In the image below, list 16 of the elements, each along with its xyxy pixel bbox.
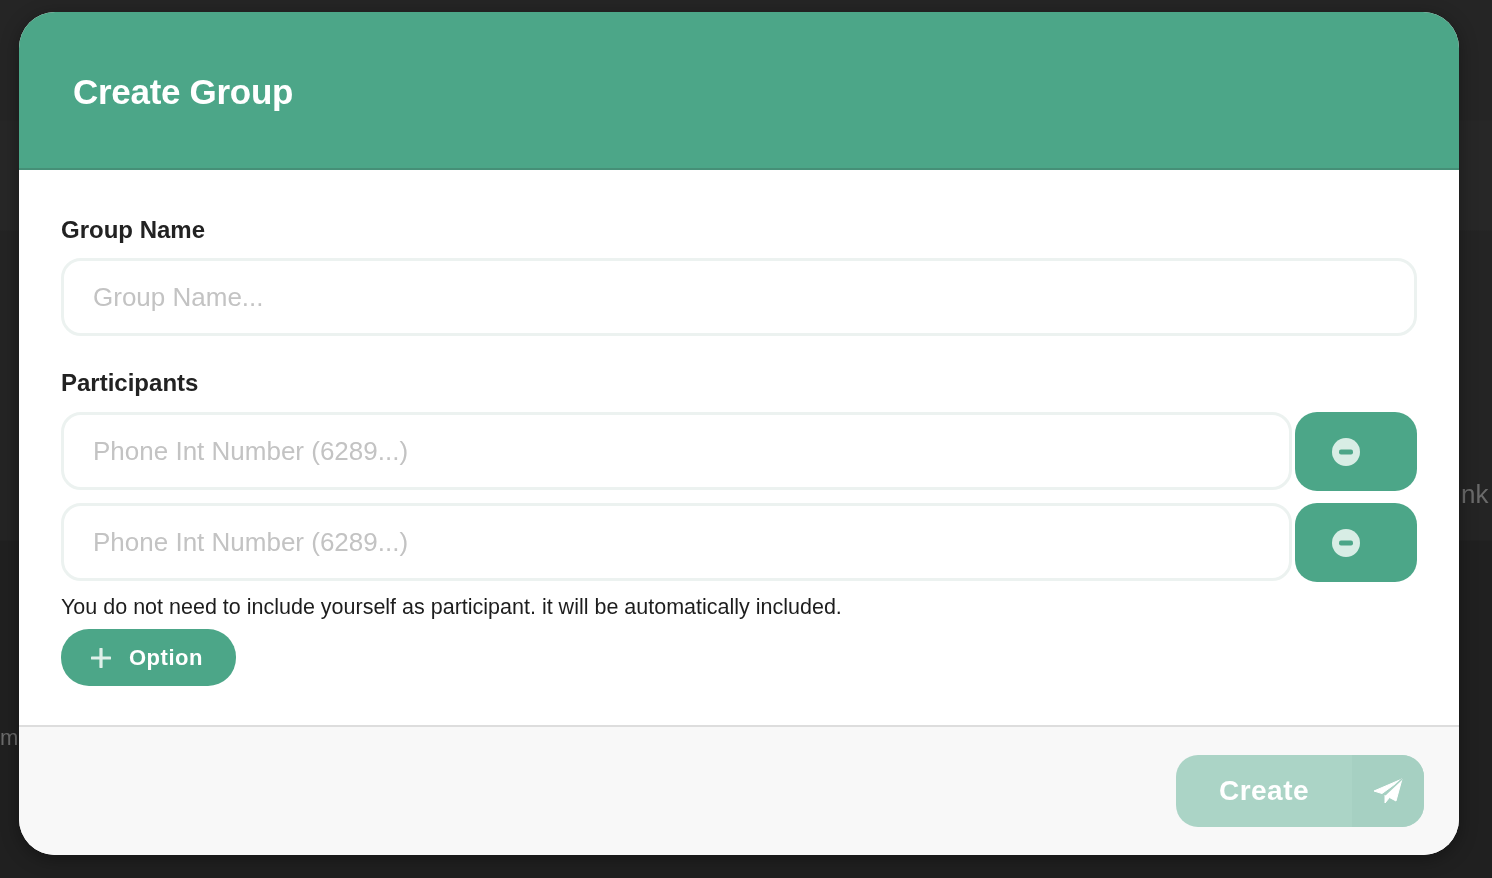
remove-participant-button[interactable]: [1295, 412, 1417, 491]
phone-number-input[interactable]: Phone Int Number (6289...): [61, 503, 1292, 581]
phone-number-input[interactable]: Phone Int Number (6289...): [61, 412, 1292, 490]
dialog-title: Create Group: [73, 72, 294, 112]
field-label: Participants: [61, 368, 199, 398]
minus-circle-icon: [1332, 437, 1360, 466]
field-label: Group Name: [61, 215, 206, 245]
background-text: nk: [1461, 479, 1489, 509]
add-option-button[interactable]: Option: [61, 629, 236, 686]
paper-plane-icon: [1352, 755, 1424, 827]
minus-circle-icon: [1332, 528, 1360, 557]
background-text: m: [0, 724, 19, 752]
help-text: You do not need to include yourself as participant. it will be automatically included.: [61, 594, 842, 620]
plus-icon: [91, 647, 111, 668]
remove-participant-button[interactable]: [1295, 503, 1417, 582]
group-name-input[interactable]: Group Name...: [61, 258, 1417, 336]
